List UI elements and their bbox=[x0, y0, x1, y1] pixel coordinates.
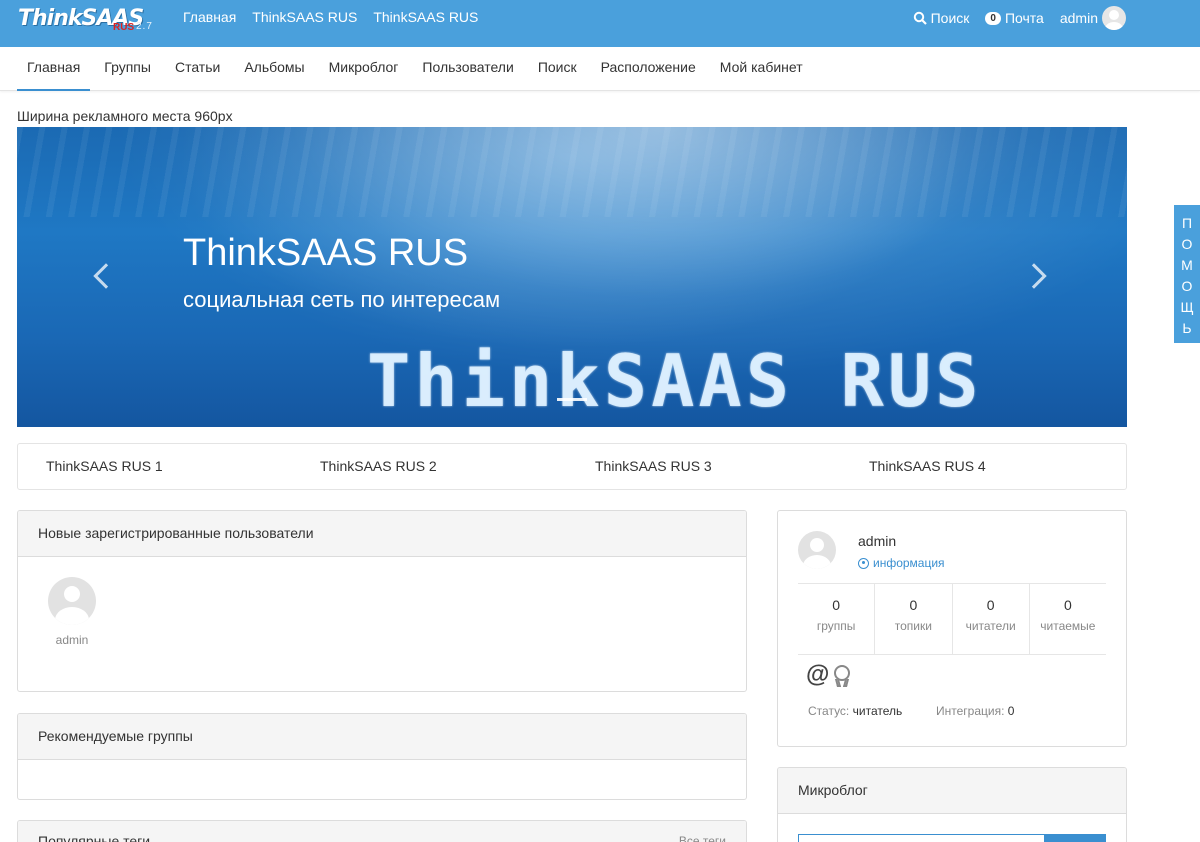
link-item-2[interactable]: ThinkSAAS RUS 2 bbox=[320, 458, 437, 474]
avatar[interactable] bbox=[798, 531, 836, 569]
links-strip: ThinkSAAS RUS 1 ThinkSAAS RUS 2 ThinkSAA… bbox=[17, 443, 1127, 490]
logo[interactable]: ThinkSAAS RUS 2.7 bbox=[18, 6, 158, 34]
stat-label: читатели bbox=[965, 619, 1016, 633]
user-card-name: admin bbox=[55, 633, 89, 647]
stat-label: группы bbox=[816, 619, 856, 633]
profile-info-link[interactable]: информация bbox=[858, 556, 945, 570]
stat-value: 0 bbox=[1063, 597, 1072, 613]
main-nav: Главная Группы Статьи Альбомы Микроблог … bbox=[0, 47, 1200, 91]
stat-value: 0 bbox=[986, 597, 995, 613]
profile-card: admin информация 0 группы 0 топики 0 чит… bbox=[777, 510, 1127, 747]
medal-icon bbox=[831, 664, 853, 687]
popular-tags-panel: Популярные теги Все теги bbox=[17, 820, 747, 842]
main-nav-groups[interactable]: Группы bbox=[94, 47, 161, 91]
mail-link[interactable]: 0 Почта bbox=[985, 10, 1044, 26]
new-users-title: Новые зарегистрированные пользователи bbox=[18, 511, 746, 557]
top-nav-link-1[interactable]: ThinkSAAS RUS bbox=[252, 9, 357, 25]
microblog-input[interactable] bbox=[798, 834, 1044, 842]
main-nav-search[interactable]: Поиск bbox=[528, 47, 587, 91]
stat-readers[interactable]: 0 читатели bbox=[953, 584, 1030, 654]
stat-value: 0 bbox=[909, 597, 918, 613]
avatar bbox=[1102, 6, 1126, 30]
recommended-groups-title: Рекомендуемые группы bbox=[18, 714, 746, 760]
profile-integration: Интеграция: 0 bbox=[936, 704, 1014, 718]
stat-label: топики bbox=[894, 619, 932, 633]
main-nav-articles[interactable]: Статьи bbox=[165, 47, 230, 91]
stat-topics[interactable]: 0 топики bbox=[875, 584, 953, 654]
all-tags-link[interactable]: Все теги bbox=[679, 821, 726, 842]
stat-groups[interactable]: 0 группы bbox=[798, 584, 876, 654]
help-letter: О bbox=[1181, 236, 1193, 252]
main-nav-cabinet[interactable]: Мой кабинет bbox=[710, 47, 813, 91]
profile-name[interactable]: admin bbox=[858, 533, 896, 549]
logo-badge: RUS bbox=[113, 22, 135, 33]
banner-subtitle: социальная сеть по интересам bbox=[183, 287, 501, 312]
profile-info-label: информация bbox=[873, 556, 945, 570]
mail-label: Почта bbox=[1004, 10, 1044, 26]
banner-carousel[interactable]: ThinkSAAS RUS социальная сеть по интерес… bbox=[17, 127, 1127, 427]
stat-label: читаемые bbox=[1040, 619, 1096, 633]
link-item-1[interactable]: ThinkSAAS RUS 1 bbox=[46, 458, 163, 474]
stat-value: 0 bbox=[832, 597, 841, 613]
search-link[interactable]: Поиск bbox=[913, 10, 970, 26]
help-letter: О bbox=[1181, 278, 1193, 294]
link-item-3[interactable]: ThinkSAAS RUS 3 bbox=[595, 458, 712, 474]
mail-count-badge: 0 bbox=[985, 11, 1001, 25]
status-value: читатель bbox=[852, 704, 903, 718]
main-nav-location[interactable]: Расположение bbox=[591, 47, 706, 91]
main-nav-home[interactable]: Главная bbox=[17, 47, 91, 91]
profile-badges: @ bbox=[806, 661, 853, 689]
ad-label: Ширина рекламного места 960px bbox=[17, 108, 233, 124]
banner-watermark: ThinkSAAS RUS bbox=[367, 339, 983, 423]
top-nav-home[interactable]: Главная bbox=[183, 9, 236, 25]
popular-tags-title: Популярные теги bbox=[38, 833, 151, 842]
avatar bbox=[48, 577, 96, 625]
carousel-indicator[interactable] bbox=[557, 398, 587, 401]
at-icon: @ bbox=[806, 661, 830, 688]
help-letter: М bbox=[1181, 257, 1193, 273]
link-item-4[interactable]: ThinkSAAS RUS 4 bbox=[869, 458, 986, 474]
main-nav-microblog[interactable]: Микроблог bbox=[319, 47, 409, 91]
recommended-groups-panel: Рекомендуемые группы bbox=[17, 713, 747, 800]
top-nav-link-2[interactable]: ThinkSAAS RUS bbox=[373, 9, 478, 25]
top-nav: Главная ThinkSAAS RUS ThinkSAAS RUS bbox=[183, 9, 478, 25]
search-label: Поиск bbox=[930, 10, 970, 26]
help-letter: Щ bbox=[1180, 299, 1194, 315]
user-card[interactable]: admin bbox=[48, 577, 96, 647]
top-right-menu: Поиск 0 Почта admin bbox=[913, 6, 1126, 30]
banner-ripples bbox=[17, 127, 1127, 217]
user-circle-icon bbox=[858, 557, 869, 569]
help-letter: П bbox=[1181, 215, 1193, 231]
integration-value: 0 bbox=[1007, 704, 1015, 718]
microblog-submit-button[interactable] bbox=[1044, 834, 1106, 842]
main-nav-users[interactable]: Пользователи bbox=[412, 47, 523, 91]
microblog-title: Микроблог bbox=[778, 768, 1126, 814]
help-letter: Ь bbox=[1182, 320, 1192, 336]
top-bar: ThinkSAAS RUS 2.7 Главная ThinkSAAS RUS … bbox=[0, 0, 1200, 47]
user-label: admin bbox=[1059, 10, 1098, 26]
logo-version: 2.7 bbox=[136, 21, 153, 32]
banner-title: ThinkSAAS RUS bbox=[183, 232, 469, 274]
user-menu[interactable]: admin bbox=[1060, 6, 1126, 30]
new-users-panel: Новые зарегистрированные пользователи ad… bbox=[17, 510, 747, 692]
profile-status: Статус: читатель bbox=[808, 704, 902, 718]
integration-label: Интеграция: bbox=[936, 704, 1005, 718]
search-icon bbox=[913, 11, 927, 25]
main-nav-albums[interactable]: Альбомы bbox=[234, 47, 314, 91]
stat-followed[interactable]: 0 читаемые bbox=[1030, 584, 1106, 654]
profile-stats: 0 группы 0 топики 0 читатели 0 читаемые bbox=[798, 583, 1106, 655]
microblog-panel: Микроблог bbox=[777, 767, 1127, 842]
help-tab[interactable]: П О М О Щ Ь bbox=[1174, 205, 1200, 343]
status-label: Статус: bbox=[808, 704, 850, 718]
